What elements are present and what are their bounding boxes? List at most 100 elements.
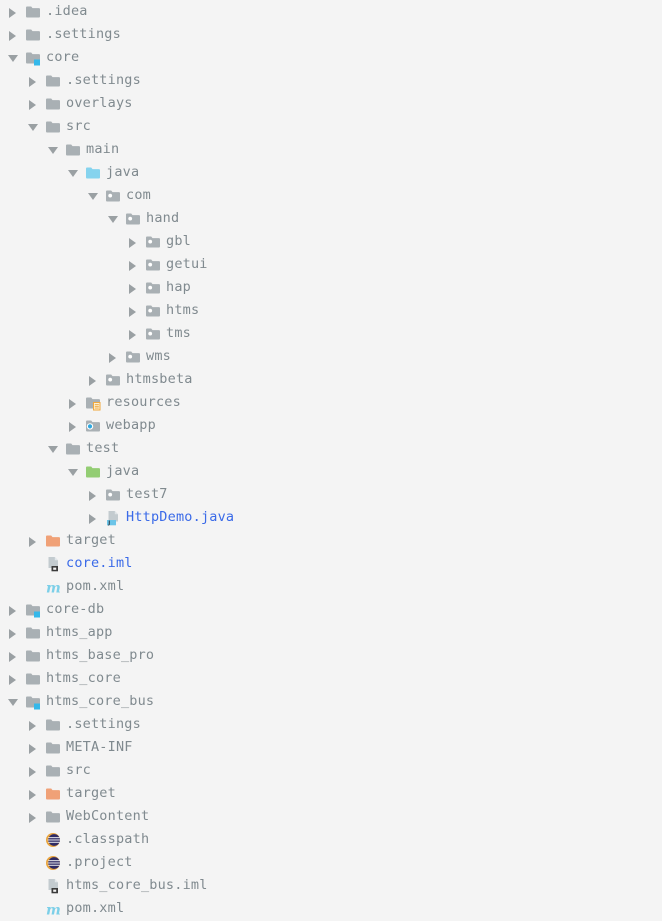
tree-item-label: gbl	[166, 233, 191, 249]
folder-gray-icon	[25, 625, 41, 641]
chevron-right-icon[interactable]	[26, 69, 40, 92]
tree-row[interactable]: .classpath	[0, 828, 149, 851]
chevron-right-icon[interactable]	[126, 276, 140, 299]
chevron-right-icon[interactable]	[86, 506, 100, 529]
tree-row[interactable]: test	[0, 437, 119, 460]
chevron-right-icon[interactable]	[126, 253, 140, 276]
tree-row[interactable]: htms_core	[0, 667, 121, 690]
tree-item-label: test7	[126, 486, 168, 502]
twisty-placeholder	[26, 552, 40, 575]
tree-row[interactable]: hap	[0, 276, 191, 299]
tree-row[interactable]: META-INF	[0, 736, 133, 759]
tree-row[interactable]: htms_core_bus.iml	[0, 874, 208, 897]
project-files-tree[interactable]: .idea .settings core .settings overlays src ma…	[0, 0, 662, 921]
svg-text:m: m	[46, 580, 61, 595]
tree-row[interactable]: src	[0, 759, 91, 782]
tree-row[interactable]: htmsbeta	[0, 368, 193, 391]
chevron-right-icon[interactable]	[26, 759, 40, 782]
chevron-down-icon[interactable]	[66, 161, 80, 184]
chevron-down-icon[interactable]	[46, 138, 60, 161]
chevron-right-icon[interactable]	[126, 299, 140, 322]
tree-item-label: hand	[146, 210, 180, 226]
tree-row[interactable]: m pom.xml	[0, 897, 124, 920]
chevron-right-icon[interactable]	[6, 23, 20, 46]
chevron-right-icon[interactable]	[26, 529, 40, 552]
tree-row[interactable]: test7	[0, 483, 168, 506]
tree-row[interactable]: htms_core_bus	[0, 690, 154, 713]
folder-gray-icon	[45, 809, 61, 825]
eclipse-file-icon	[45, 855, 61, 871]
chevron-down-icon[interactable]	[66, 460, 80, 483]
tree-row[interactable]: core.iml	[0, 552, 133, 575]
chevron-down-icon[interactable]	[6, 690, 20, 713]
chevron-right-icon[interactable]	[126, 322, 140, 345]
tree-row[interactable]: src	[0, 115, 91, 138]
twisty-placeholder	[26, 897, 40, 920]
tree-row[interactable]: htms_base_pro	[0, 644, 154, 667]
tree-row[interactable]: main	[0, 138, 119, 161]
tree-row[interactable]: wms	[0, 345, 171, 368]
tree-item-label: webapp	[106, 417, 156, 433]
tree-row[interactable]: target	[0, 529, 116, 552]
chevron-right-icon[interactable]	[6, 598, 20, 621]
tree-row[interactable]: htms	[0, 299, 199, 322]
svg-text:J: J	[107, 520, 110, 525]
tree-item-label: .settings	[66, 716, 141, 732]
tree-row[interactable]: .settings	[0, 713, 141, 736]
tree-row[interactable]: hand	[0, 207, 179, 230]
chevron-right-icon[interactable]	[126, 230, 140, 253]
chevron-right-icon[interactable]	[66, 391, 80, 414]
tree-row[interactable]: J HttpDemo.java	[0, 506, 234, 529]
folder-gray-icon	[25, 4, 41, 20]
tree-row[interactable]: htms_app	[0, 621, 113, 644]
tree-item-label: resources	[106, 394, 181, 410]
folder-gray-icon	[45, 119, 61, 135]
tree-row[interactable]: tms	[0, 322, 191, 345]
chevron-down-icon[interactable]	[6, 46, 20, 69]
chevron-right-icon[interactable]	[6, 621, 20, 644]
tree-row[interactable]: gbl	[0, 230, 191, 253]
chevron-right-icon[interactable]	[106, 345, 120, 368]
tree-item-label: .idea	[46, 3, 88, 19]
tree-row[interactable]: target	[0, 782, 116, 805]
tree-row[interactable]: .project	[0, 851, 133, 874]
tree-row[interactable]: overlays	[0, 92, 133, 115]
chevron-down-icon[interactable]	[106, 207, 120, 230]
chevron-right-icon[interactable]	[26, 92, 40, 115]
chevron-right-icon[interactable]	[26, 736, 40, 759]
chevron-right-icon[interactable]	[86, 368, 100, 391]
chevron-right-icon[interactable]	[86, 483, 100, 506]
tree-row[interactable]: webapp	[0, 414, 156, 437]
chevron-right-icon[interactable]	[26, 805, 40, 828]
chevron-down-icon[interactable]	[46, 437, 60, 460]
package-icon	[145, 280, 161, 296]
chevron-right-icon[interactable]	[26, 713, 40, 736]
tree-row[interactable]: m pom.xml	[0, 575, 124, 598]
twisty-placeholder	[26, 851, 40, 874]
chevron-right-icon[interactable]	[6, 667, 20, 690]
folder-webapp-icon	[85, 418, 101, 434]
tree-row[interactable]: .idea	[0, 0, 88, 23]
tree-row[interactable]: java	[0, 460, 139, 483]
twisty-placeholder	[26, 828, 40, 851]
folder-gray-icon	[45, 740, 61, 756]
chevron-right-icon[interactable]	[6, 644, 20, 667]
tree-row[interactable]: core-db	[0, 598, 104, 621]
tree-row[interactable]: getui	[0, 253, 208, 276]
chevron-down-icon[interactable]	[26, 115, 40, 138]
folder-excluded-icon	[45, 533, 61, 549]
chevron-right-icon[interactable]	[66, 414, 80, 437]
chevron-down-icon[interactable]	[86, 184, 100, 207]
tree-row[interactable]: java	[0, 161, 139, 184]
tree-row[interactable]: core	[0, 46, 79, 69]
tree-row[interactable]: .settings	[0, 23, 121, 46]
package-icon	[145, 257, 161, 273]
chevron-right-icon[interactable]	[6, 0, 20, 23]
tree-row[interactable]: .settings	[0, 69, 141, 92]
tree-row[interactable]: WebContent	[0, 805, 149, 828]
tree-row[interactable]: resources	[0, 391, 181, 414]
tree-row[interactable]: com	[0, 184, 151, 207]
tree-item-label: getui	[166, 256, 208, 272]
chevron-right-icon[interactable]	[26, 782, 40, 805]
tree-item-label: pom.xml	[66, 578, 125, 594]
